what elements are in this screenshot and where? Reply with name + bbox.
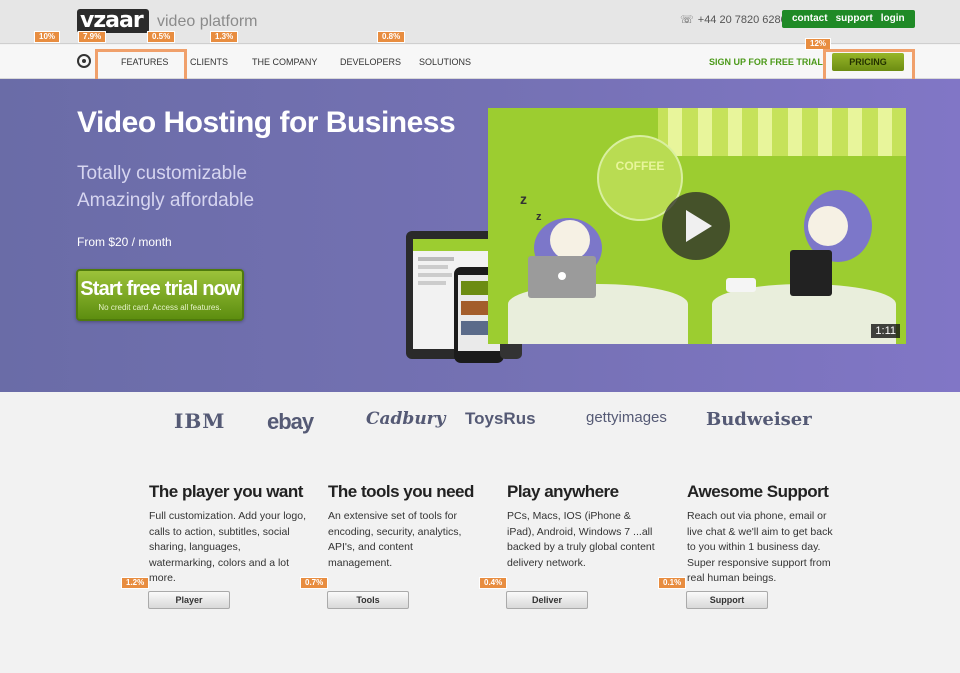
hero-price: From $20 / month xyxy=(77,235,172,249)
start-free-trial-button[interactable]: Start free trial now No credit card. Acc… xyxy=(76,269,244,321)
svg-text:z: z xyxy=(520,191,527,207)
heat-badge-nav-icon: 7.9% xyxy=(78,31,107,43)
phone-icon: ☏ xyxy=(680,14,694,26)
tablet-line xyxy=(418,273,452,277)
feature-title-tools: The tools you need xyxy=(328,482,474,501)
feature-body-play-anywhere: PCs, Macs, IOS (iPhone & iPad), Android,… xyxy=(507,510,655,569)
feature-title-support: Awesome Support xyxy=(687,482,829,501)
heat-badge-clients: 1.3% xyxy=(210,31,239,43)
feature-body-player: Full customization. Add your logo, calls… xyxy=(149,510,306,585)
nav-the-company[interactable]: THE COMPANY xyxy=(252,57,317,67)
nav-clients[interactable]: CLIENTS xyxy=(190,57,228,67)
tablet-line xyxy=(418,281,446,285)
deliver-button[interactable]: Deliver xyxy=(506,591,588,609)
hero-title: Video Hosting for Business xyxy=(77,106,456,139)
client-logo-budweiser: Budweiser xyxy=(706,409,812,430)
hero-subtitle-2: Amazingly affordable xyxy=(77,190,255,211)
heat-badge-developers: 0.8% xyxy=(377,31,406,43)
home-icon[interactable] xyxy=(77,54,91,68)
video-poster-illustration: COFFEE z z xyxy=(488,108,906,344)
client-logo-cadbury: Cadbury xyxy=(366,409,446,429)
hero-subtitle-1: Totally customizable xyxy=(77,163,248,184)
support-link[interactable]: support xyxy=(836,10,873,28)
awning xyxy=(658,108,906,156)
hero-section: Video Hosting for Business Totally custo… xyxy=(0,79,960,392)
tablet-header-bar xyxy=(413,239,495,251)
heat-badge-player: 1.2% xyxy=(121,577,150,589)
cta-sub-label: No credit card. Access all features. xyxy=(98,303,222,312)
svg-text:z: z xyxy=(536,211,542,223)
video-duration: 1:11 xyxy=(871,324,900,338)
cta-main-label: Start free trial now xyxy=(80,278,240,300)
heat-badge-deliver: 0.4% xyxy=(479,577,508,589)
nav-solutions[interactable]: SOLUTIONS xyxy=(419,57,471,67)
feature-title-play-anywhere: Play anywhere xyxy=(507,482,619,501)
tablet-line xyxy=(418,265,448,269)
tablet-right xyxy=(790,250,832,296)
tablet-line xyxy=(418,257,454,261)
client-logo-gettyimages: gettyimages xyxy=(586,409,667,426)
tools-button[interactable]: Tools xyxy=(327,591,409,609)
phone-number: ☏ +44 20 7820 6280 xyxy=(680,13,787,26)
support-button[interactable]: Support xyxy=(686,591,768,609)
feature-title-player: The player you want xyxy=(149,482,303,501)
coffee-sign-text: COFFEE xyxy=(616,159,665,173)
client-logo-ebay: ebay xyxy=(267,409,314,434)
contact-link[interactable]: contact xyxy=(792,10,828,28)
heat-badge-features: 0.5% xyxy=(147,31,176,43)
logo-tagline: video platform xyxy=(157,13,258,30)
signup-free-trial-link[interactable]: SIGN UP FOR FREE TRIAL xyxy=(709,57,823,67)
heat-badge-tools: 0.7% xyxy=(300,577,329,589)
client-logo-ibm: IBM xyxy=(174,409,226,433)
feature-body-support: Reach out via phone, email or live chat … xyxy=(687,510,833,585)
coffee-cup xyxy=(726,278,756,292)
player-button[interactable]: Player xyxy=(148,591,230,609)
feature-body-tools: An extensive set of tools for encoding, … xyxy=(328,510,462,569)
vzaar-logo[interactable]: vzaar xyxy=(77,9,149,33)
phone-text: +44 20 7820 6280 xyxy=(697,14,787,26)
client-logo-toysrus: ToysRus xyxy=(465,409,536,428)
nav-developers[interactable]: DEVELOPERS xyxy=(340,57,401,67)
login-link[interactable]: login xyxy=(881,10,905,28)
heat-badge-support: 0.1% xyxy=(658,577,687,589)
heat-badge-logo: 10% xyxy=(34,31,61,43)
account-links: contact support login xyxy=(782,10,915,28)
demo-video-player[interactable]: COFFEE z z 1:11 xyxy=(488,108,906,344)
